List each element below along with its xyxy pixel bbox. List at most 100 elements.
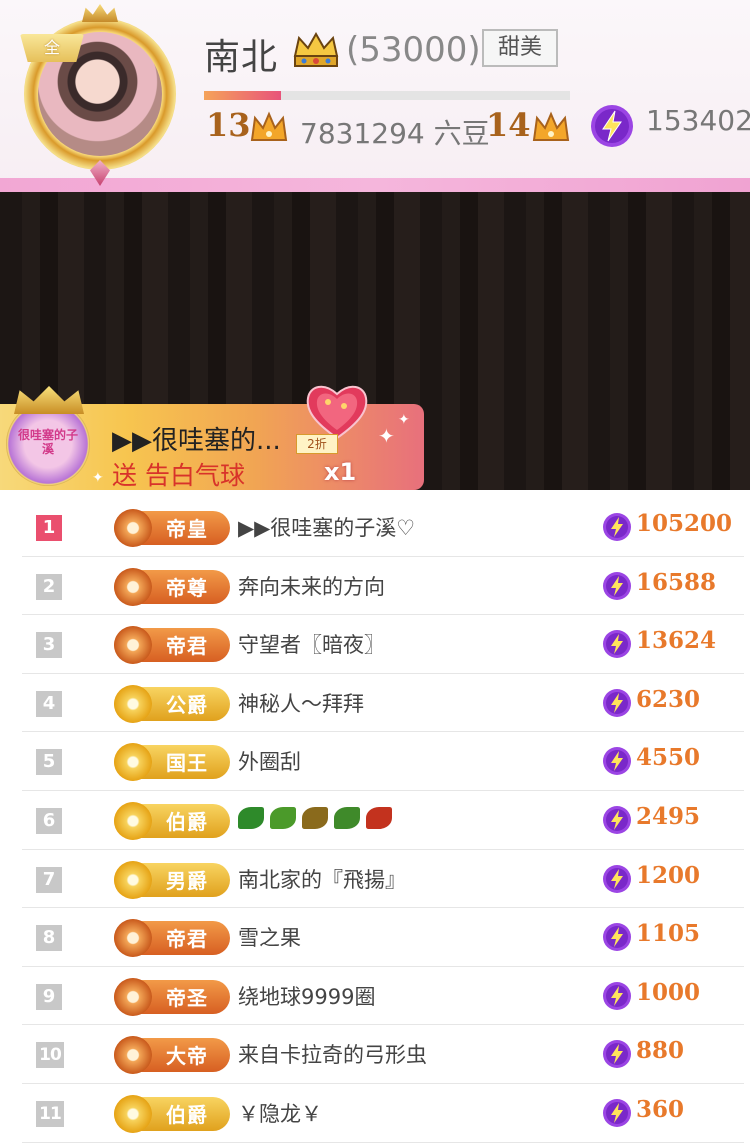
- contribution-amount: 1105: [636, 920, 701, 948]
- gift-count: x1: [324, 458, 357, 486]
- contribution-amount: 6230: [636, 685, 701, 713]
- user-nickname[interactable]: ￥隐龙￥: [238, 1098, 322, 1128]
- ranking-row[interactable]: 11 伯爵 ￥隐龙￥ 360: [22, 1084, 744, 1143]
- noble-title: 公爵: [166, 692, 208, 717]
- rank-number: 3: [36, 632, 62, 659]
- noble-title: 帝圣: [166, 985, 208, 1010]
- noble-title: 帝皇: [166, 517, 208, 541]
- anchor-tag: 甜美: [482, 29, 558, 67]
- user-nickname[interactable]: 绕地球9999圈: [238, 981, 375, 1011]
- lightning-coin-icon: [603, 805, 631, 834]
- ranking-row[interactable]: 7 男爵 南北家的『飛揚』 1200: [22, 850, 744, 909]
- ranking-row[interactable]: 9 帝圣 绕地球9999圈 1000: [22, 967, 744, 1026]
- noble-title: 国王: [166, 751, 208, 776]
- user-nickname[interactable]: 来自卡拉奇的弓形虫: [238, 1039, 427, 1069]
- lightning-coin-icon: [603, 688, 631, 717]
- rank-number: 7: [36, 866, 62, 893]
- rank-number: 2: [36, 573, 62, 600]
- ranking-row[interactable]: 8 帝君 雪之果 1105: [22, 908, 744, 967]
- user-nickname[interactable]: [238, 805, 398, 829]
- user-nickname[interactable]: 外圈刮: [238, 746, 301, 776]
- maple-leaf-icon: [366, 806, 392, 829]
- contribution-amount: 880: [636, 1037, 685, 1065]
- ranking-row[interactable]: 1 帝皇 ▶▶很哇塞的子溪♡ 105200: [22, 498, 744, 557]
- contribution-amount: 4550: [636, 744, 701, 772]
- sparkle-icon: ✦: [378, 424, 395, 448]
- noble-emblem-icon: [114, 509, 152, 547]
- ranking-row[interactable]: 5 国王 外圈刮 4550: [22, 732, 744, 791]
- user-nickname[interactable]: 神秘人～拜拜: [238, 688, 364, 718]
- anchor-name: 南北: [204, 37, 279, 78]
- anchor-score: (53000): [346, 30, 481, 70]
- crown-icon: [293, 32, 339, 67]
- pea-pod-icon: [334, 806, 360, 829]
- noble-title: 帝君: [166, 634, 208, 659]
- lightning-coin-icon: [603, 923, 631, 952]
- lightning-coin-icon: [603, 1040, 631, 1069]
- rank-number: 6: [36, 807, 62, 834]
- lightning-coin-icon: [603, 571, 631, 600]
- contribution-amount: 13624: [636, 627, 717, 655]
- heart-balloon-gift-icon: [306, 385, 368, 440]
- contribution-amount: 2495: [636, 802, 701, 830]
- user-nickname[interactable]: 雪之果: [238, 922, 301, 952]
- coin-count: 153402: [646, 104, 750, 137]
- noble-emblem-icon: [114, 684, 152, 723]
- contribution-amount: 105200: [636, 510, 733, 537]
- avatar-crown-icon: [82, 4, 118, 22]
- gift-sender-name: ▶▶很哇塞的...: [112, 426, 281, 456]
- next-level: 14: [486, 106, 531, 144]
- rank-number: 11: [36, 1100, 64, 1127]
- lightning-coin-icon: [603, 864, 631, 893]
- rank-number: 8: [36, 925, 62, 952]
- clover-icon: [238, 806, 264, 829]
- sparkle-icon: ✦: [92, 470, 104, 486]
- level-progress-bar: [204, 91, 570, 100]
- noble-emblem-icon: [114, 1094, 152, 1133]
- next-level-crown-icon: [532, 111, 570, 141]
- current-level: 13: [206, 106, 251, 144]
- noble-emblem-icon: [114, 626, 152, 665]
- rank-number: 9: [36, 983, 62, 1010]
- contribution-amount: 1200: [636, 861, 701, 889]
- noble-title: 男爵: [166, 868, 208, 893]
- user-nickname[interactable]: 奔向未来的方向: [238, 571, 385, 601]
- rank-number: 5: [36, 749, 62, 776]
- gift-sender-avatar-text: 很哇塞的子溪: [17, 428, 78, 456]
- lightning-coin-icon: [603, 747, 631, 776]
- contribution-ranking-list[interactable]: 1 帝皇 ▶▶很哇塞的子溪♡ 105200 2 帝尊 奔向未来的方向 16588 3 帝君 守望者〖…: [22, 498, 744, 1143]
- ranking-row[interactable]: 3 帝君 守望者〖暗夜〗 13624: [22, 615, 744, 674]
- noble-emblem-icon: [114, 567, 152, 606]
- beans-count: 7831294 六豆: [300, 117, 490, 150]
- level-crown-icon: [250, 111, 288, 141]
- ranking-row[interactable]: 6 伯爵 2495: [22, 791, 744, 850]
- noble-emblem-icon: [114, 919, 152, 958]
- gift-action-text: 送 告白气球: [112, 461, 245, 490]
- noble-emblem-icon: [114, 977, 152, 1016]
- user-nickname[interactable]: ▶▶很哇塞的子溪♡: [238, 512, 415, 542]
- contribution-amount: 360: [636, 1095, 685, 1123]
- noble-title: 伯爵: [166, 1102, 208, 1127]
- ranking-row[interactable]: 10 大帝 来自卡拉奇的弓形虫 880: [22, 1025, 744, 1084]
- noble-title: 帝君: [166, 927, 208, 952]
- anchor-avatar[interactable]: 全: [6, 4, 192, 186]
- user-nickname[interactable]: 南北家的『飛揚』: [238, 864, 406, 894]
- rank-number: 1: [36, 515, 62, 541]
- noble-emblem-icon: [114, 860, 152, 899]
- discount-badge: 2折: [296, 434, 338, 454]
- ranking-row[interactable]: 4 公爵 神秘人～拜拜 6230: [22, 674, 744, 733]
- level-progress-fill: [204, 91, 281, 100]
- rank-number: 4: [36, 690, 62, 717]
- lightning-coin-icon: [603, 1098, 631, 1127]
- noble-title: 大帝: [166, 1044, 208, 1069]
- sprout-icon: [302, 806, 328, 829]
- avatar-badge: 全: [20, 34, 84, 62]
- noble-title: 伯爵: [166, 809, 208, 834]
- noble-title: 帝尊: [166, 575, 208, 600]
- lightning-coin-icon: [591, 105, 633, 147]
- contribution-amount: 16588: [636, 568, 717, 596]
- user-nickname[interactable]: 守望者〖暗夜〗: [238, 629, 385, 659]
- lightning-coin-icon: [603, 513, 631, 541]
- ranking-row[interactable]: 2 帝尊 奔向未来的方向 16588: [22, 557, 744, 616]
- rank-number: 10: [36, 1042, 64, 1069]
